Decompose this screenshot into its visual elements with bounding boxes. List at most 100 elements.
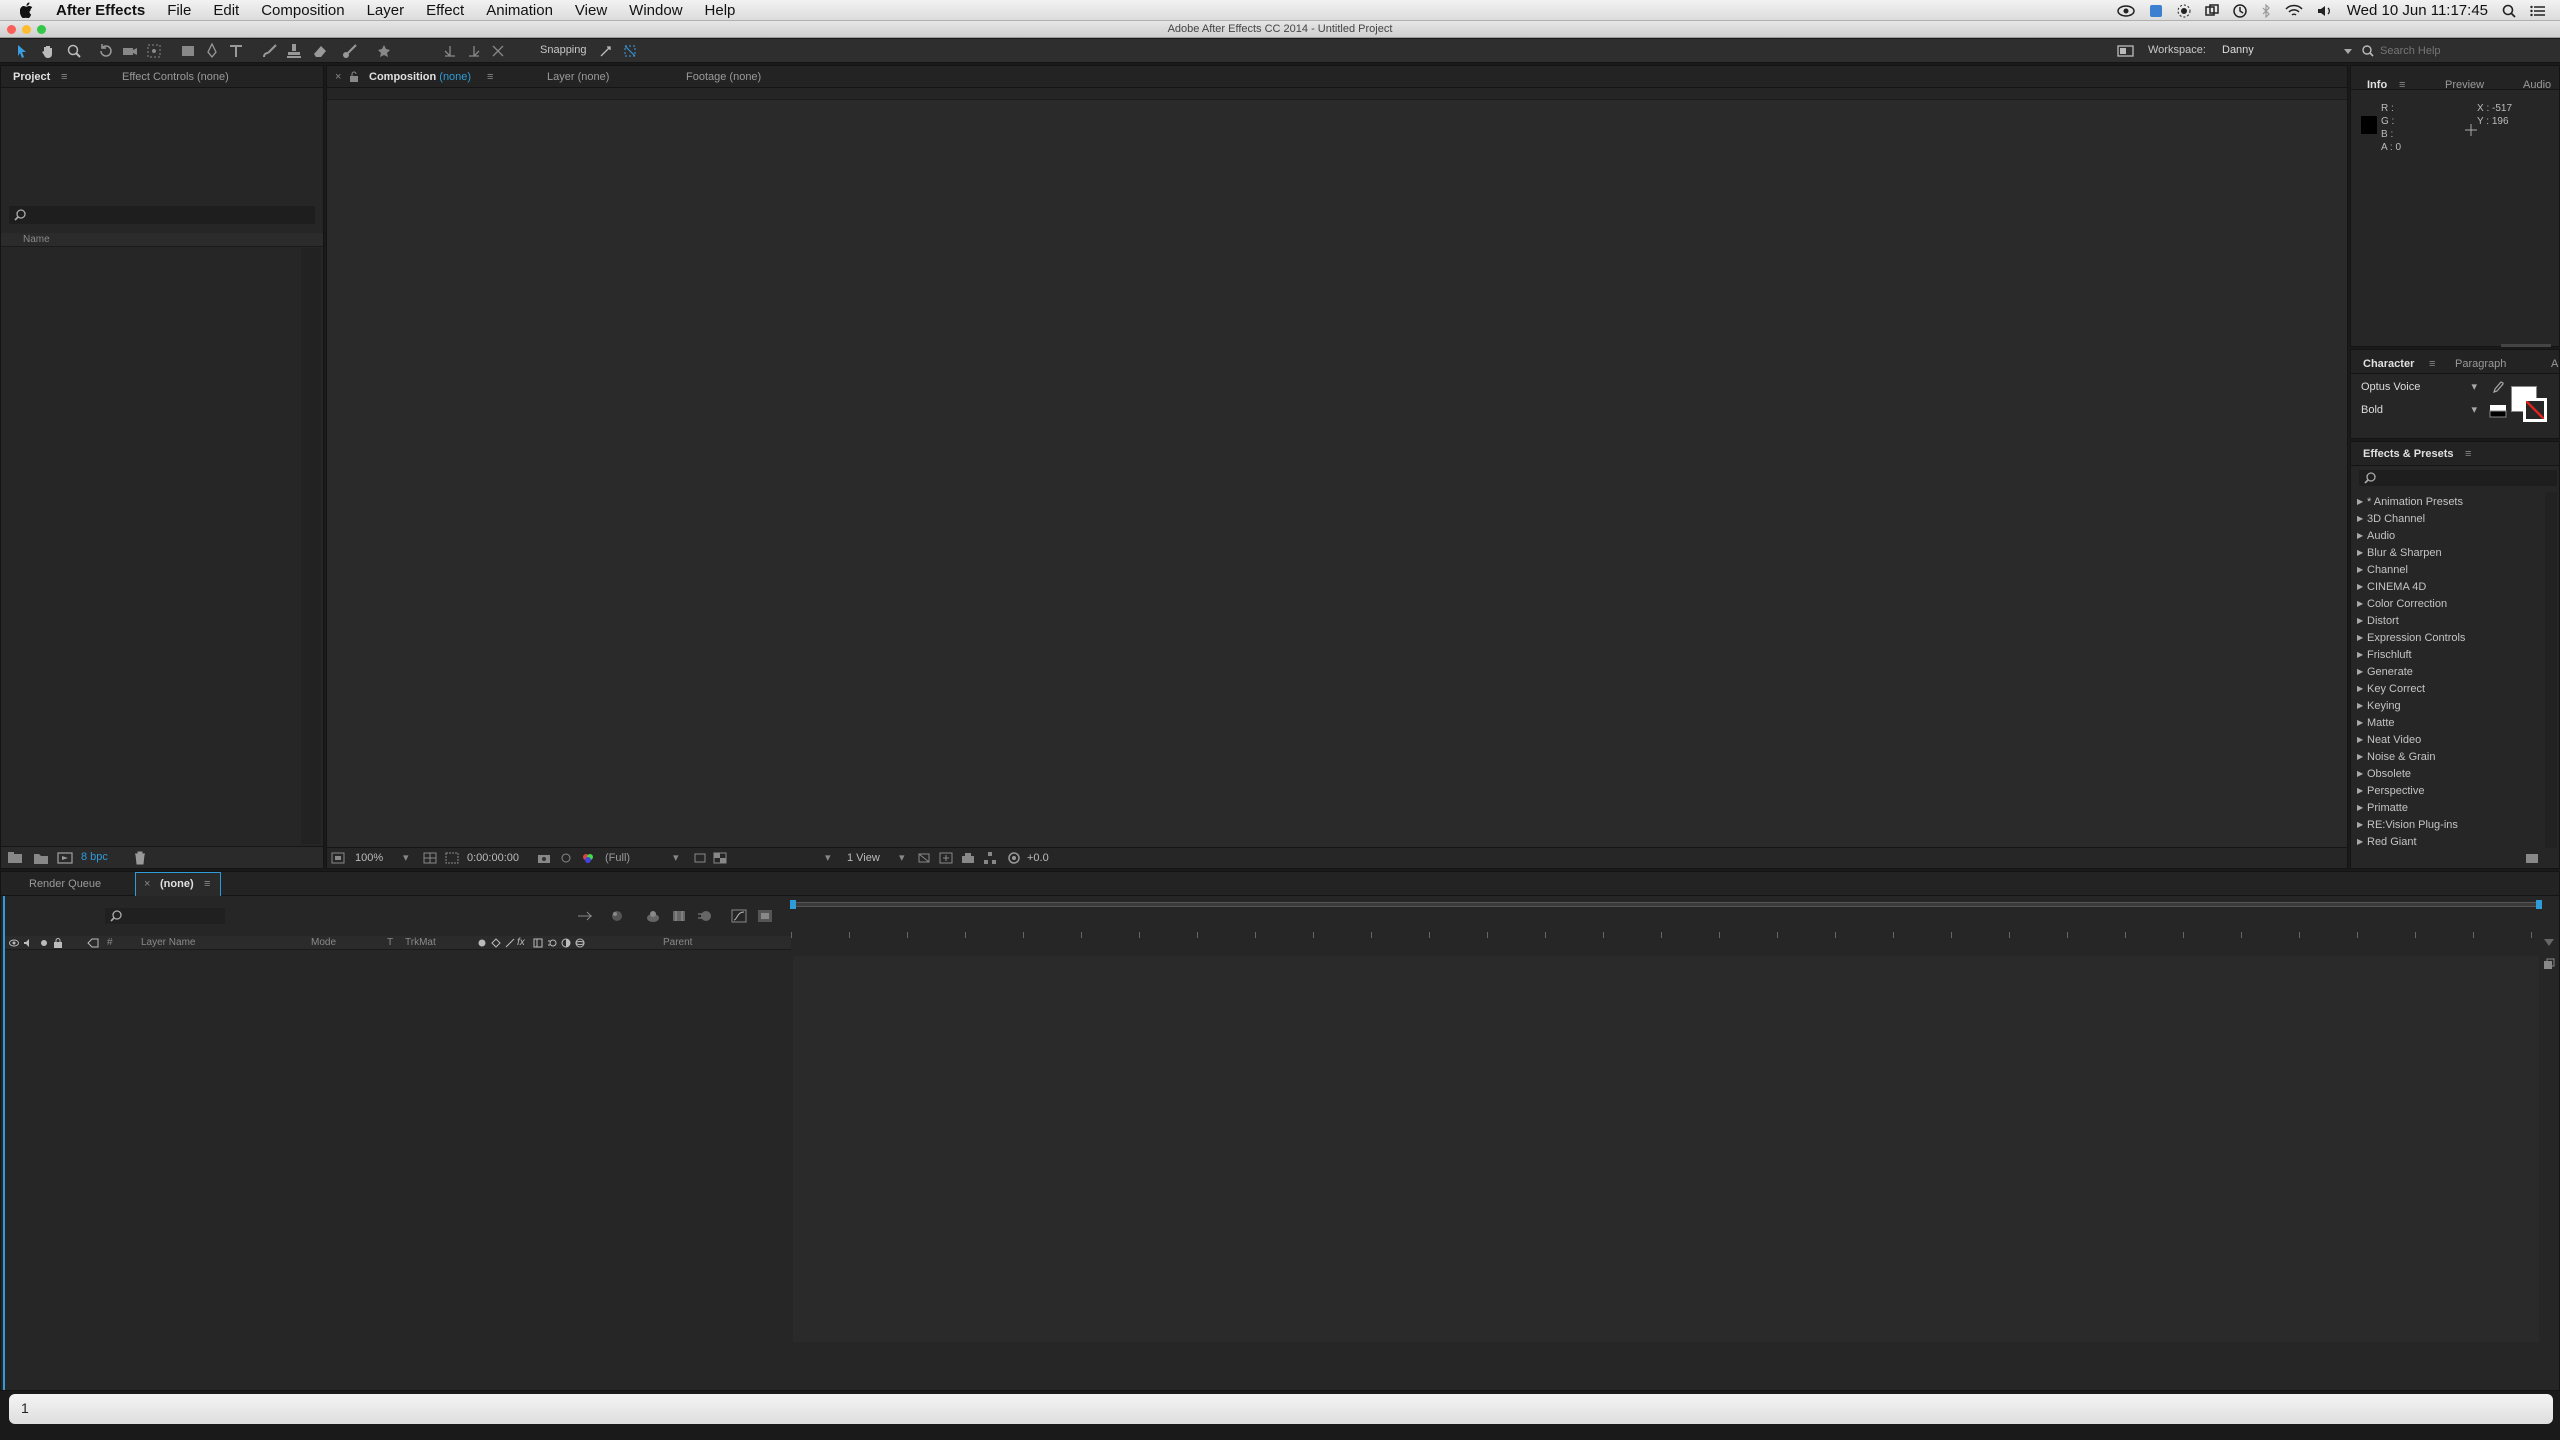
video-switch-icon[interactable] <box>9 938 19 948</box>
eyedropper-icon[interactable] <box>2491 381 2505 395</box>
timeline-track-area[interactable] <box>793 956 2539 1342</box>
volume-icon[interactable] <box>2317 4 2333 18</box>
show-snapshot-icon[interactable] <box>559 852 573 864</box>
font-style-select[interactable]: Bold ▾ <box>2361 404 2477 420</box>
close-tab-icon[interactable]: × <box>335 71 341 83</box>
effects-item[interactable]: ▶ * Animation Presets <box>2357 493 2463 510</box>
time-navigator-end-handle[interactable] <box>2536 900 2542 909</box>
effects-item[interactable]: ▶ Blur & Sharpen <box>2357 544 2442 561</box>
resolution-dropdown-icon[interactable]: ▾ <box>673 851 679 864</box>
clock[interactable]: Wed 10 Jun 11:17:45 <box>2347 2 2488 19</box>
notification-center-icon[interactable] <box>2530 5 2546 17</box>
zoom-select[interactable]: 100% <box>355 852 383 864</box>
timeline-search-input[interactable] <box>105 908 225 924</box>
tab-character[interactable]: Character <box>2363 358 2414 370</box>
mask-visibility-icon[interactable] <box>445 852 459 864</box>
always-preview-icon[interactable] <box>331 852 345 864</box>
workspace-dropdown-icon[interactable] <box>2340 43 2356 59</box>
tab-paragraph[interactable]: Paragraph <box>2455 358 2506 370</box>
effects-item[interactable]: ▶ Matte <box>2357 714 2395 731</box>
tab-info[interactable]: Info <box>2367 79 2387 91</box>
trkmat-header[interactable]: TrkMat <box>405 937 436 948</box>
new-composition-icon[interactable] <box>57 851 73 865</box>
menu-file[interactable]: File <box>156 2 202 19</box>
panel-menu-icon[interactable]: ≡ <box>487 71 493 83</box>
tab-effects-presets[interactable]: Effects & Presets <box>2363 448 2454 460</box>
effects-item[interactable]: ▶ Red Giant <box>2357 833 2417 850</box>
shy-switch-icon[interactable] <box>477 938 487 948</box>
panel-menu-icon[interactable]: ≡ <box>2429 358 2435 370</box>
label-column-icon[interactable] <box>87 938 99 948</box>
menu-app-name[interactable]: After Effects <box>45 2 156 19</box>
name-column-header[interactable]: Name <box>23 234 50 245</box>
channel-icon[interactable] <box>581 852 595 864</box>
effect-switch-icon[interactable]: fx <box>517 937 525 948</box>
new-folder-icon[interactable] <box>2525 852 2539 864</box>
lock-switch-icon[interactable] <box>53 938 63 948</box>
effects-item[interactable]: ▶ RE:Vision Plug-ins <box>2357 816 2458 833</box>
region-of-interest-icon[interactable] <box>693 852 707 864</box>
font-family-select[interactable]: Optus Voice ▾ <box>2361 381 2477 397</box>
toggle-pixel-aspect-icon[interactable] <box>917 852 931 864</box>
effects-scrollbar[interactable] <box>2545 492 2557 848</box>
3d-layer-switch-icon[interactable] <box>575 938 585 948</box>
snapping-label[interactable]: Snapping <box>540 44 587 56</box>
type-tool-icon[interactable] <box>228 43 244 59</box>
tab-audio[interactable]: Audio <box>2523 79 2551 91</box>
draft-3d-icon[interactable] <box>609 909 625 923</box>
tab-project[interactable]: Project <box>13 71 50 83</box>
current-time[interactable]: 0:00:00:00 <box>467 852 519 864</box>
effects-item[interactable]: ▶ Obsolete <box>2357 765 2411 782</box>
spotlight-icon[interactable] <box>2502 4 2516 18</box>
brainstorm-icon[interactable] <box>757 909 773 923</box>
snapshot-icon[interactable] <box>537 852 551 864</box>
local-axis-icon[interactable] <box>442 43 458 59</box>
layer-number-header[interactable]: # <box>107 937 113 948</box>
black-white-swatch-icon[interactable] <box>2489 404 2507 418</box>
panel-menu-icon[interactable]: ≡ <box>204 878 210 890</box>
menu-help[interactable]: Help <box>694 2 747 19</box>
workspace-select[interactable]: Danny <box>2222 44 2254 56</box>
effects-item[interactable]: ▶ Noise & Grain <box>2357 748 2435 765</box>
timeline-icon[interactable] <box>961 852 975 864</box>
windows-icon[interactable] <box>2205 3 2219 18</box>
project-scrollbar[interactable] <box>301 248 321 844</box>
effects-item[interactable]: ▶ Generate <box>2357 663 2413 680</box>
effects-item[interactable]: ▶ CINEMA 4D <box>2357 578 2426 595</box>
snapping-grid-icon[interactable] <box>622 43 638 59</box>
frame-blending-icon[interactable] <box>671 909 687 923</box>
comp-button-icon[interactable] <box>2543 958 2555 970</box>
zoom-tool-icon[interactable] <box>66 43 82 59</box>
flowchart-view-icon[interactable] <box>983 852 997 864</box>
tab-composition[interactable]: Composition (none) <box>369 71 471 83</box>
fast-previews-icon[interactable] <box>939 852 953 864</box>
frame-blend-switch-icon[interactable] <box>533 938 543 948</box>
parent-header[interactable]: Parent <box>663 937 692 948</box>
tab-preview[interactable]: Preview <box>2445 79 2484 91</box>
clone-stamp-tool-icon[interactable] <box>286 43 302 59</box>
wifi-icon[interactable] <box>2285 4 2303 18</box>
mode-header[interactable]: Mode <box>311 937 336 948</box>
info-panel-divider[interactable] <box>2501 344 2551 347</box>
graph-editor-icon[interactable] <box>731 909 747 923</box>
effects-search-input[interactable] <box>2359 470 2557 486</box>
workspace-icon[interactable] <box>2117 43 2134 59</box>
transparency-grid-icon[interactable] <box>713 852 727 864</box>
pen-tool-icon[interactable] <box>204 43 220 59</box>
project-search-input[interactable] <box>9 206 315 224</box>
view-dropdown-icon[interactable]: ▾ <box>825 851 831 864</box>
eye-icon[interactable] <box>2117 4 2135 17</box>
tab-comp-none[interactable]: × (none) ≡ <box>135 872 221 896</box>
zoom-out-icon[interactable] <box>2543 938 2555 948</box>
snapping-options-icon[interactable] <box>598 43 614 59</box>
hand-tool-icon[interactable] <box>40 43 56 59</box>
menu-view[interactable]: View <box>564 2 618 19</box>
lock-icon[interactable] <box>349 71 359 83</box>
menu-layer[interactable]: Layer <box>356 2 416 19</box>
interpret-footage-icon[interactable] <box>7 851 23 865</box>
quality-switch-icon[interactable] <box>505 938 515 948</box>
tab-layer[interactable]: Layer (none) <box>547 71 609 83</box>
composition-mini-flowchart-icon[interactable] <box>577 910 593 922</box>
bluetooth-icon[interactable] <box>2261 3 2271 18</box>
effects-item[interactable]: ▶ Channel <box>2357 561 2408 578</box>
